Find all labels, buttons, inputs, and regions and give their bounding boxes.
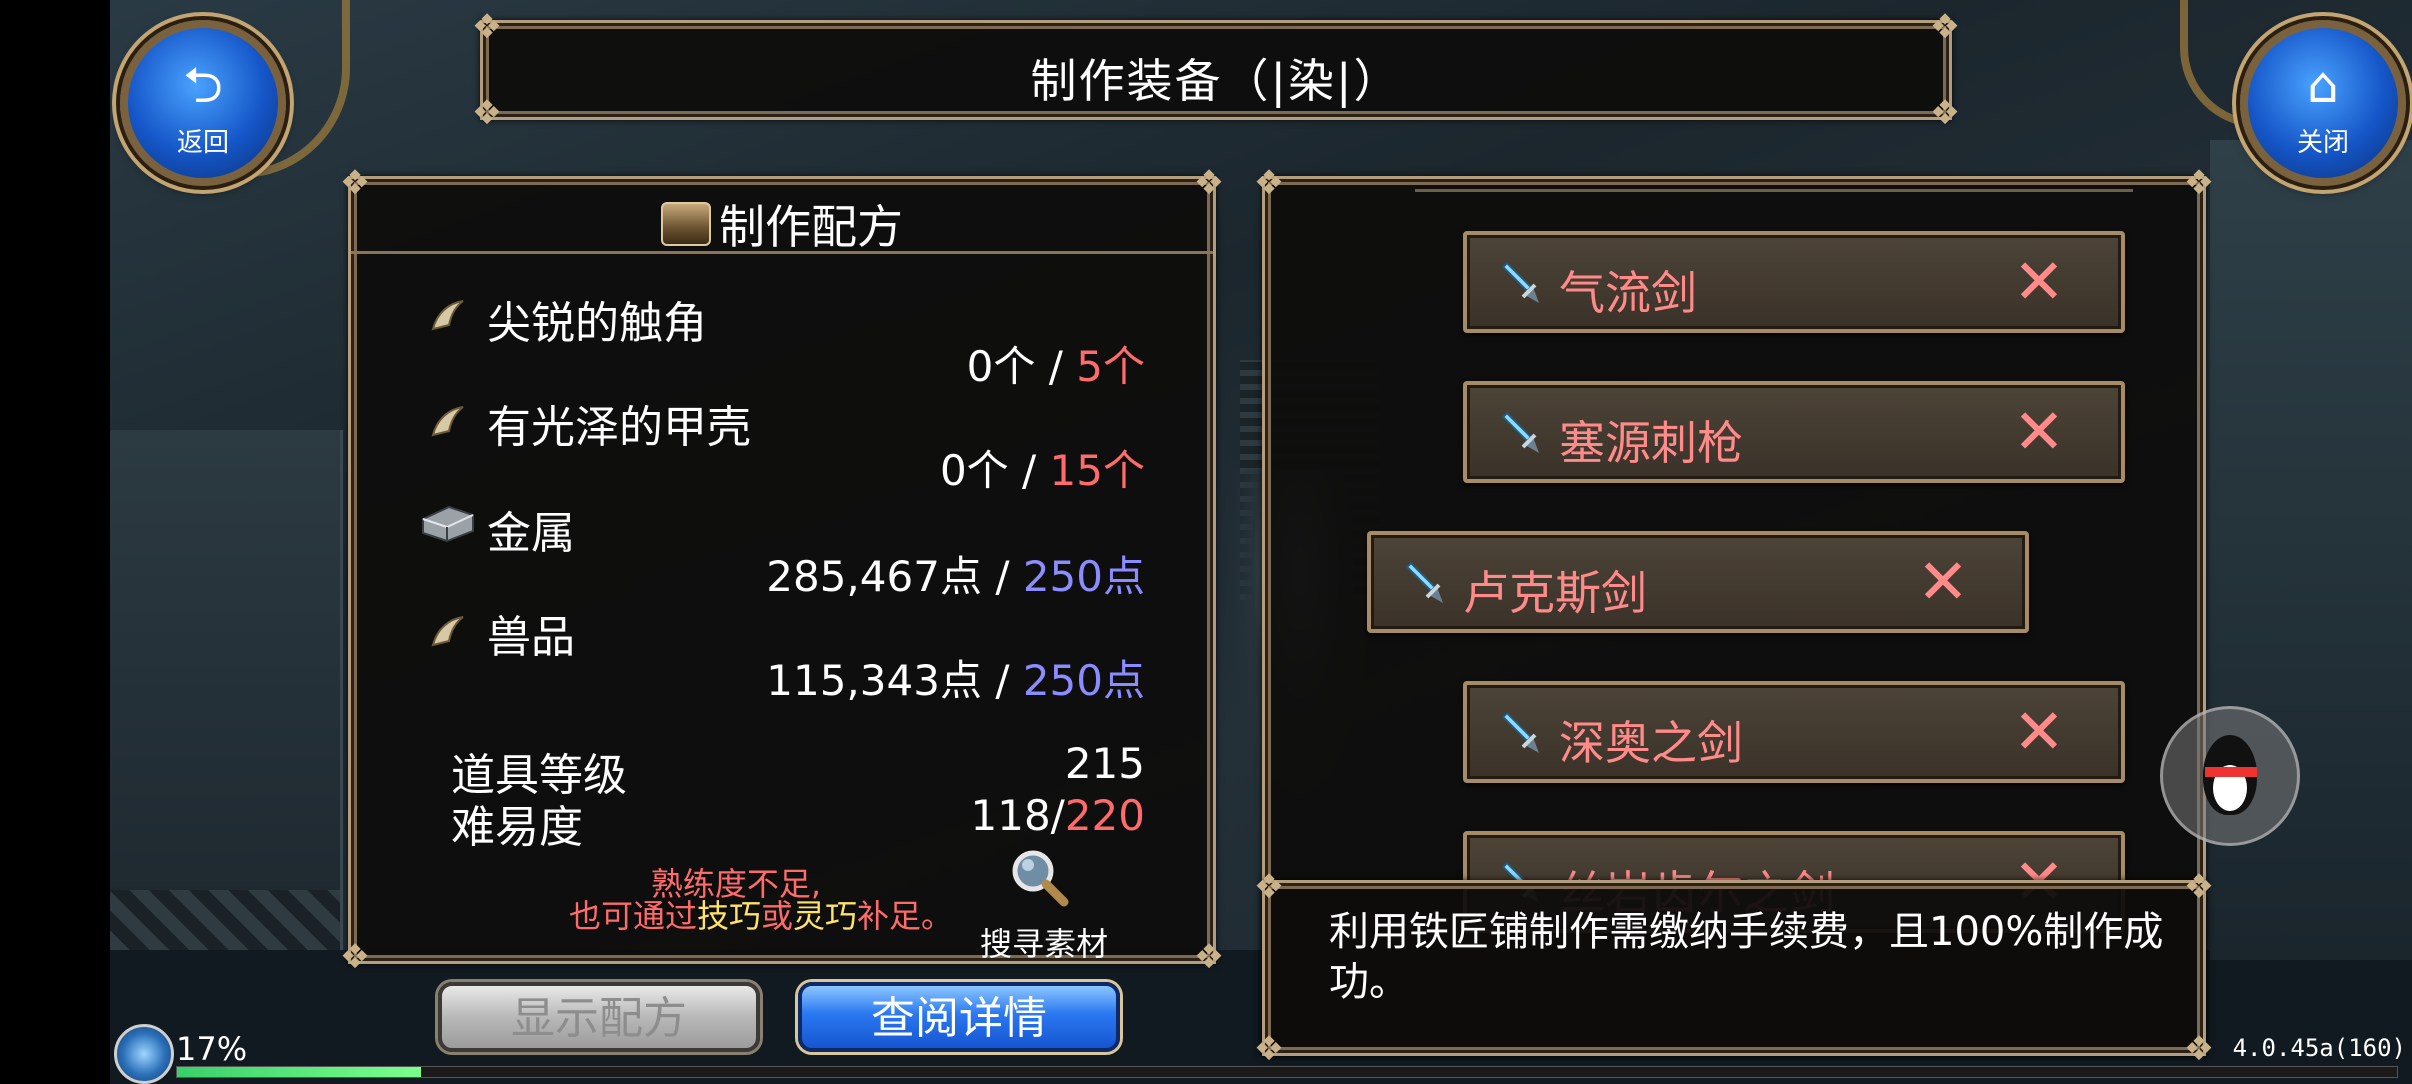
material-separator: / <box>995 552 1010 601</box>
material-need: 15个 <box>1049 446 1145 495</box>
warning-dex: 灵巧 <box>793 897 858 935</box>
frame-corner: ❖ <box>2183 1029 2215 1069</box>
qq-float-button[interactable] <box>2160 706 2300 846</box>
difficulty-current: 118/ <box>970 791 1065 840</box>
experience-bar-fill <box>177 1067 422 1077</box>
warning-text: 或 <box>760 897 793 935</box>
back-label: 返回 <box>176 128 229 158</box>
show-recipe-button[interactable]: 显示配方 <box>438 982 760 1052</box>
equipment-name: 气流剑 <box>1559 266 1697 320</box>
background-hazard-stripe <box>110 890 340 950</box>
magnifier-icon <box>1009 847 1069 907</box>
info-box: ❖ ❖ ❖ ❖ 利用铁匠铺制作需缴纳手续费，且100%制作成功。 <box>1254 869 2214 1067</box>
material-separator: / <box>995 656 1010 705</box>
material-need: 250点 <box>1022 552 1145 601</box>
claw-icon <box>427 611 467 651</box>
page-title: 制作装备（|染|） <box>1030 54 1402 108</box>
close-icon: ✕ <box>2013 395 2065 468</box>
title-bar: ❖ ❖ ❖ ❖ 制作装备（|染|） <box>472 9 1960 131</box>
material-quantity: 0个 / 15个 <box>940 437 1145 498</box>
material-need: 250点 <box>1022 656 1145 705</box>
material-name: 金属 <box>487 508 575 559</box>
material-name: 尖锐的触角 <box>487 298 707 349</box>
list-top-edge <box>1415 179 2133 192</box>
back-arrow-icon: ⮌ <box>182 56 224 114</box>
frame-corner: ❖ <box>2183 867 2215 907</box>
close-icon: ✕ <box>2013 245 2065 318</box>
warning-text: 也可通过 <box>568 897 697 935</box>
experience-bar <box>176 1066 2398 1078</box>
equipment-item[interactable]: 气流剑 ✕ <box>1463 231 2125 333</box>
difficulty-value: 118/220 <box>971 791 1146 840</box>
home-icon: ⌂ <box>2307 56 2339 114</box>
metal-icon <box>419 501 477 545</box>
material-name: 兽品 <box>487 612 575 663</box>
back-button[interactable]: ⮌ 返回 <box>120 20 286 186</box>
material-have: 115,343点 <box>766 656 982 705</box>
frame-corner: ❖ <box>1253 1029 1285 1069</box>
background-wall-left <box>110 430 343 950</box>
sword-icon <box>1401 561 1447 607</box>
recipe-header-title: 制作配方 <box>719 200 903 254</box>
frame-corner: ❖ <box>471 7 503 47</box>
recipe-panel: ❖ ❖ ❖ ❖ 制作配方 尖锐的触角 0个 / 5个 有光泽的甲壳 0个 / 1… <box>340 165 1224 975</box>
material-have: 0个 <box>966 342 1036 391</box>
frame-corner: ❖ <box>2183 163 2215 203</box>
material-quantity: 0个 / 5个 <box>967 333 1145 394</box>
material-need: 5个 <box>1076 342 1145 391</box>
equipment-item[interactable]: 深奥之剑 ✕ <box>1463 681 2125 783</box>
experience-orb-icon <box>114 1024 174 1084</box>
equipment-name: 塞源刺枪 <box>1559 416 1743 470</box>
recipe-header: 制作配方 <box>351 179 1213 254</box>
frame-corner: ❖ <box>1193 937 1225 977</box>
equipment-name: 深奥之剑 <box>1559 716 1743 770</box>
frame-corner: ❖ <box>1929 7 1961 47</box>
material-name: 有光泽的甲壳 <box>487 402 751 453</box>
material-have: 0个 <box>939 446 1009 495</box>
claw-icon <box>427 295 467 335</box>
material-separator: / <box>1022 446 1037 495</box>
info-text: 利用铁匠铺制作需缴纳手续费，且100%制作成功。 <box>1329 909 2164 1005</box>
close-label: 关闭 <box>2296 128 2349 158</box>
difficulty-label: 难易度 <box>451 802 583 853</box>
frame-corner: ❖ <box>1253 867 1285 907</box>
frame-corner: ❖ <box>339 937 371 977</box>
version-label: 4.0.45a(160) <box>2232 1034 2406 1062</box>
equipment-item-selected[interactable]: 卢克斯剑 ✕ <box>1367 531 2029 633</box>
sword-icon <box>1497 411 1543 457</box>
item-level-value: 215 <box>1064 739 1145 788</box>
search-material-button[interactable]: 搜寻素材 <box>969 847 1119 963</box>
material-separator: / <box>1048 342 1063 391</box>
view-details-button[interactable]: 查阅详情 <box>798 982 1120 1052</box>
difficulty-max: 220 <box>1064 791 1145 840</box>
equipment-name: 卢克斯剑 <box>1463 566 1647 620</box>
sword-icon <box>1497 261 1543 307</box>
close-button[interactable]: ⌂ 关闭 <box>2240 20 2406 186</box>
sword-icon <box>1497 711 1543 757</box>
warning-text: 补足。 <box>857 897 954 935</box>
frame-corner: ❖ <box>1253 163 1285 203</box>
equipment-item[interactable]: 塞源刺枪 ✕ <box>1463 381 2125 483</box>
close-icon: ✕ <box>2013 695 2065 768</box>
search-material-label: 搜寻素材 <box>979 925 1108 963</box>
experience-percent: 17% <box>176 1030 248 1068</box>
chest-icon <box>661 202 711 246</box>
penguin-scarf <box>2205 767 2257 777</box>
material-quantity: 115,343点 / 250点 <box>766 647 1145 708</box>
material-have: 285,467点 <box>766 552 982 601</box>
material-quantity: 285,467点 / 250点 <box>766 543 1145 604</box>
claw-icon <box>427 401 467 441</box>
close-icon: ✕ <box>1917 545 1969 618</box>
skill-warning-hint: 也可通过技巧或灵巧补足。 <box>521 891 1001 937</box>
warning-skill: 技巧 <box>696 897 761 935</box>
